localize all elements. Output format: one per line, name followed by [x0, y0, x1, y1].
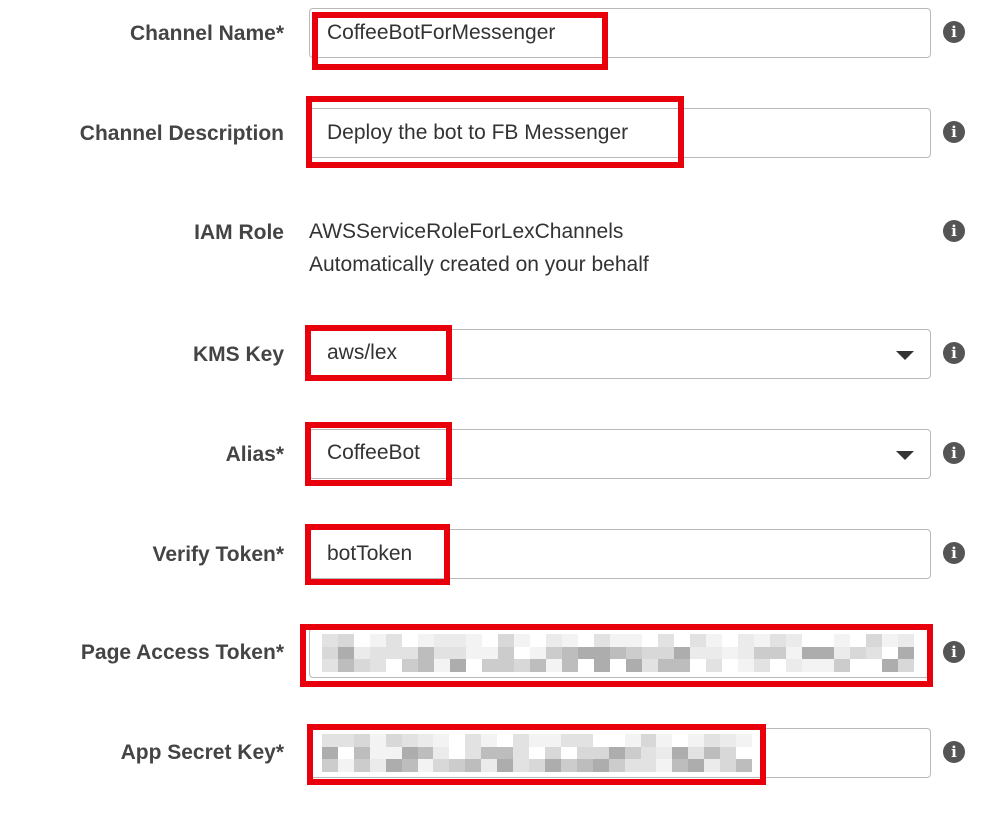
redacted-secret-mosaic	[322, 734, 752, 772]
channel-name-input[interactable]	[309, 8, 931, 58]
info-circle-icon[interactable]: i	[943, 442, 965, 464]
verify-token-input[interactable]	[309, 529, 931, 579]
iam-role-label: IAM Role	[194, 221, 284, 244]
alias-label: Alias*	[225, 443, 284, 466]
redacted-token-mosaic	[322, 634, 914, 672]
info-circle-icon[interactable]: i	[943, 542, 965, 564]
info-circle-icon[interactable]: i	[943, 342, 965, 364]
alias-select[interactable]: CoffeeBot	[309, 429, 931, 479]
app-secret-key-label: App Secret Key*	[120, 741, 284, 764]
info-circle-icon[interactable]: i	[943, 21, 965, 43]
verify-token-label: Verify Token*	[152, 543, 285, 566]
alias-selected-value: CoffeeBot	[327, 441, 421, 464]
channel-description-input[interactable]	[309, 108, 931, 158]
channel-name-label: Channel Name*	[129, 22, 284, 45]
caret-down-icon	[896, 451, 914, 460]
kms-key-label: KMS Key	[192, 343, 284, 366]
caret-down-icon	[896, 351, 914, 360]
iam-role-value: AWSServiceRoleForLexChannels	[309, 220, 624, 243]
channel-description-label: Channel Description	[79, 122, 284, 145]
iam-role-note: Automatically created on your behalf	[309, 253, 649, 276]
page-access-token-label: Page Access Token*	[80, 641, 284, 664]
kms-key-select[interactable]: aws/lex	[309, 329, 931, 379]
info-circle-icon[interactable]: i	[943, 121, 965, 143]
info-circle-icon[interactable]: i	[943, 641, 965, 663]
info-circle-icon[interactable]: i	[943, 741, 965, 763]
kms-key-selected-value: aws/lex	[327, 341, 398, 364]
info-circle-icon[interactable]: i	[943, 220, 965, 242]
